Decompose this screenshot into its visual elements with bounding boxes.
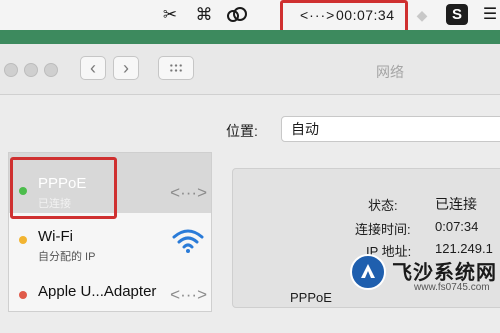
status-value: 已连接 xyxy=(435,196,477,212)
command-icon[interactable]: ⌘ xyxy=(194,5,214,25)
location-label: 位置: xyxy=(226,123,258,139)
connect-time-value: 0:07:34 xyxy=(435,219,479,234)
service-item-wifi[interactable]: Wi-Fi 自分配的 IP xyxy=(9,213,211,273)
location-select[interactable]: 自动 xyxy=(281,116,500,142)
service-item-apple-adapter[interactable]: Apple U...Adapter <···> xyxy=(9,273,211,333)
pppoe-section-label: PPPoE xyxy=(290,290,332,305)
watermark-logo-icon xyxy=(350,254,386,290)
status-dot xyxy=(19,291,27,299)
window-toolbar xyxy=(0,44,500,95)
status-dot xyxy=(19,236,27,244)
status-label: 状态: xyxy=(368,198,398,213)
service-status: 自分配的 IP xyxy=(38,251,96,263)
forward-button[interactable]: › xyxy=(113,56,139,80)
scissors-icon[interactable]: ✂ xyxy=(160,5,180,25)
connect-time-label: 连接时间: xyxy=(355,222,411,237)
diamond-icon[interactable]: ◆ xyxy=(413,5,431,25)
s-app-icon[interactable]: S xyxy=(446,4,468,25)
minimize-window-button[interactable] xyxy=(24,63,38,77)
highlight-box-pppoe xyxy=(10,157,117,219)
menu-list-icon[interactable]: ☰ xyxy=(480,5,500,25)
service-name: Apple U...Adapter xyxy=(38,283,157,300)
ethernet-icon: <···> xyxy=(170,285,207,304)
watermark-url: www.fs0745.com xyxy=(414,282,490,293)
menu-bar: ✂ ⌘ <···> 00:07:34 ◆ S ☰ xyxy=(0,0,500,31)
watermark-text: 飞沙系统网 xyxy=(392,262,497,284)
wifi-icon xyxy=(171,227,205,260)
show-all-button[interactable] xyxy=(158,56,194,80)
zoom-window-button[interactable] xyxy=(44,63,58,77)
creative-cloud-icon[interactable] xyxy=(226,5,248,25)
back-button[interactable]: ‹ xyxy=(80,56,106,80)
ethernet-icon: <···> xyxy=(170,183,207,202)
desktop-background xyxy=(0,30,500,44)
window-title: 网络 xyxy=(376,64,404,80)
service-name: Wi-Fi xyxy=(38,228,73,245)
ip-address-value: 121.249.1 xyxy=(435,241,493,256)
grid-icon xyxy=(169,63,183,73)
close-window-button[interactable] xyxy=(4,63,18,77)
